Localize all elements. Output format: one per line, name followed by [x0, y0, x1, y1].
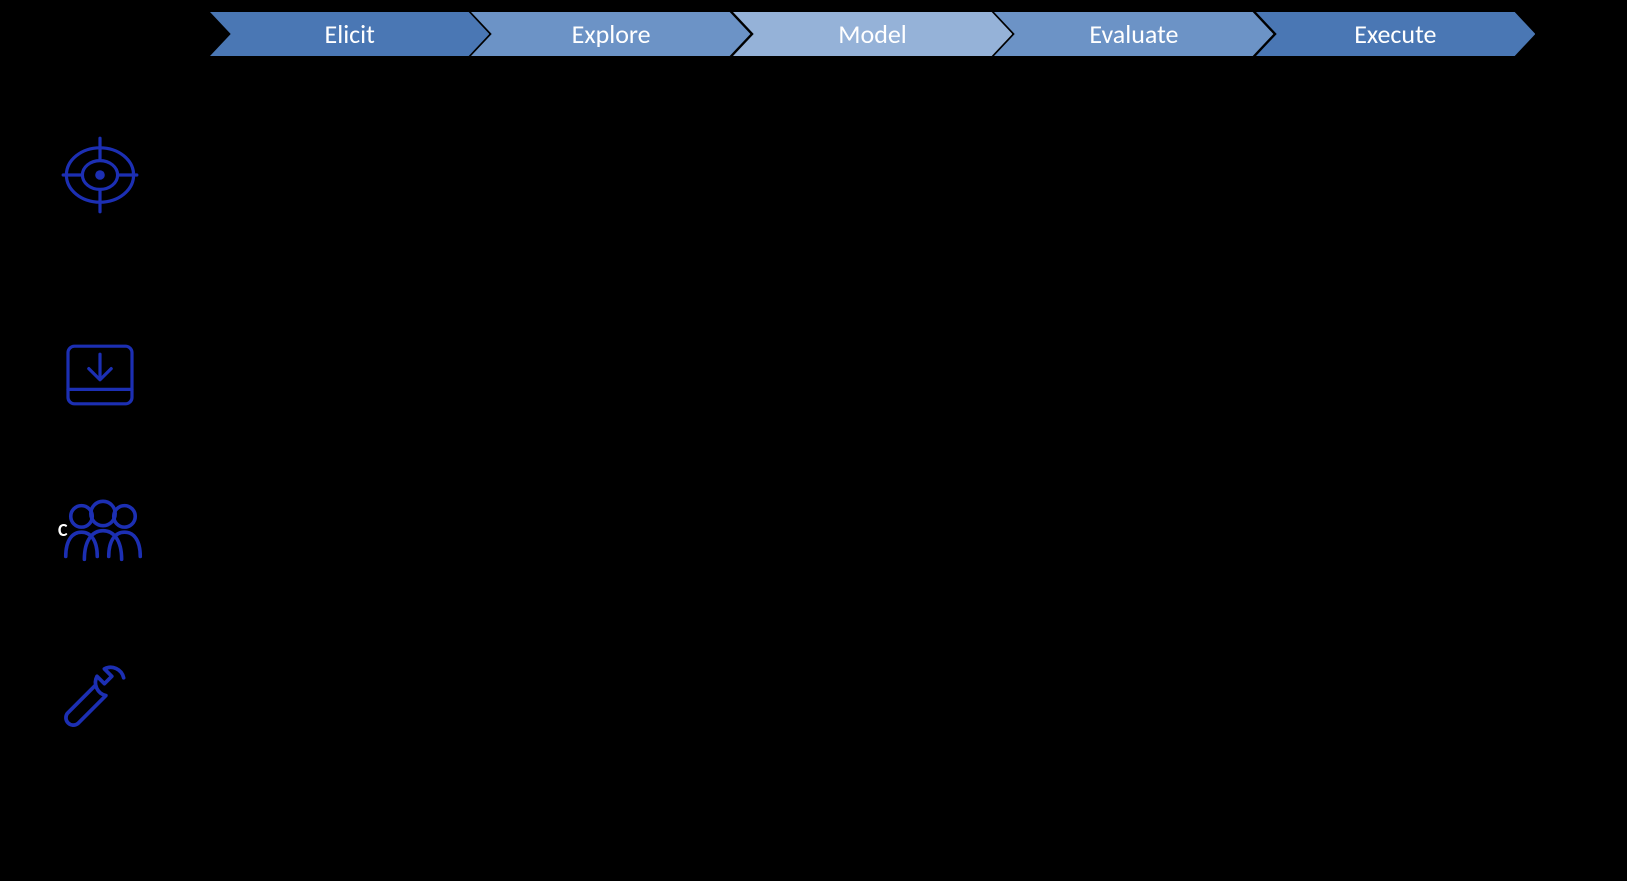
chevron-execute: Execute	[1256, 12, 1535, 56]
wrench-icon	[60, 660, 160, 734]
chevron-label: Explore	[572, 18, 651, 50]
chevron-label: Execute	[1354, 18, 1436, 50]
target-icon	[60, 135, 160, 215]
side-icon-column: C	[60, 0, 160, 881]
process-chevron-row: Elicit Explore Model Evaluate Execute	[210, 12, 1517, 56]
chevron-label: Elicit	[325, 18, 375, 50]
overlay-letter: C	[58, 519, 68, 541]
chevron-label: Model	[838, 18, 907, 50]
download-icon	[60, 335, 160, 415]
people-icon: C	[60, 495, 160, 565]
chevron-model: Model	[733, 12, 1012, 56]
chevron-elicit: Elicit	[210, 12, 489, 56]
chevron-evaluate: Evaluate	[994, 12, 1273, 56]
chevron-label: Evaluate	[1089, 18, 1178, 50]
chevron-explore: Explore	[471, 12, 750, 56]
